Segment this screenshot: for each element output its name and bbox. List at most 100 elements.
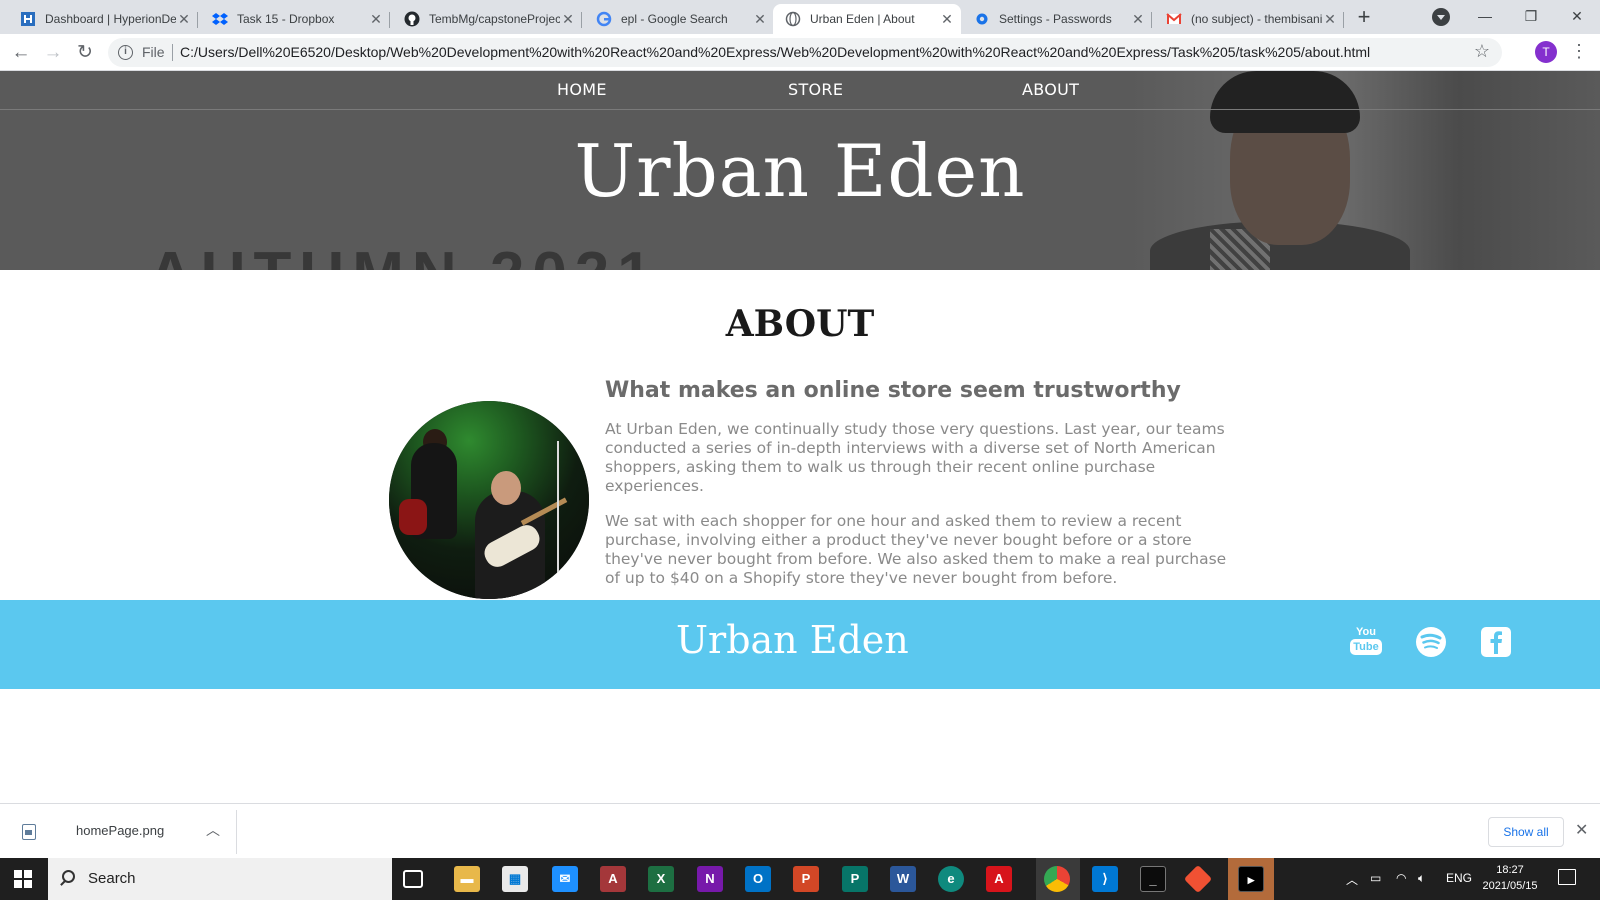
show-all-button[interactable]: Show all xyxy=(1488,817,1564,847)
onenote-icon[interactable]: N xyxy=(697,866,723,892)
gear-icon xyxy=(974,11,990,27)
taskbar-search-box[interactable]: Search xyxy=(48,858,392,900)
clock-date: 2021/05/15 xyxy=(1482,880,1538,892)
browser-menu-icon[interactable]: ⋮ xyxy=(1570,41,1588,62)
tab-title: TembMg/capstoneProject xyxy=(429,12,560,26)
hero-banner: AUTUMN 2021 HOME STORE ABOUT Urban Eden xyxy=(0,71,1600,270)
mail-icon[interactable]: ✉ xyxy=(552,866,578,892)
access-icon[interactable]: A xyxy=(600,866,626,892)
forward-arrow-icon[interactable]: → xyxy=(40,40,66,66)
vscode-icon[interactable]: ⟩ xyxy=(1092,866,1118,892)
youtube-icon[interactable]: You Tube xyxy=(1350,626,1382,658)
close-tab-icon[interactable]: ✕ xyxy=(560,11,576,28)
reload-icon[interactable]: ↻ xyxy=(72,40,98,66)
close-tab-icon[interactable]: ✕ xyxy=(1130,11,1146,28)
nav-home-link[interactable]: HOME xyxy=(557,80,607,99)
back-arrow-icon[interactable]: ← xyxy=(8,40,34,66)
tab-hyperiondev[interactable]: Dashboard | HyperionDev ✕ xyxy=(8,4,198,34)
bookmark-star-icon[interactable]: ☆ xyxy=(1474,41,1490,62)
tab-settings-passwords[interactable]: Settings - Passwords ✕ xyxy=(962,4,1152,34)
close-tab-icon[interactable]: ✕ xyxy=(176,11,192,28)
page-viewport: AUTUMN 2021 HOME STORE ABOUT Urban Eden … xyxy=(0,71,1600,803)
wifi-icon[interactable]: ◠ xyxy=(1396,871,1406,885)
terminal-icon[interactable]: _ xyxy=(1140,866,1166,892)
notifications-icon[interactable] xyxy=(1558,869,1576,885)
git-bash-icon[interactable]: ▸ xyxy=(1238,866,1264,892)
globe-icon xyxy=(785,11,801,27)
store-icon[interactable]: ▦ xyxy=(502,866,528,892)
task-view-icon[interactable] xyxy=(403,870,423,888)
nav-about-link[interactable]: ABOUT xyxy=(1022,80,1079,99)
tab-title: Dashboard | HyperionDev xyxy=(45,12,176,26)
powerpoint-icon[interactable]: P xyxy=(793,866,819,892)
site-brand-title: Urban Eden xyxy=(574,129,1026,213)
windows-start-icon[interactable] xyxy=(14,870,32,888)
hyperiondev-icon xyxy=(20,11,36,27)
tab-google-search[interactable]: epl - Google Search ✕ xyxy=(584,4,774,34)
git-icon[interactable] xyxy=(1183,864,1213,894)
about-content: What makes an online store seem trustwor… xyxy=(605,374,1235,604)
tab-title: Task 15 - Dropbox xyxy=(237,12,335,26)
image-file-icon xyxy=(22,824,36,840)
tab-title: Settings - Passwords xyxy=(999,12,1112,26)
battery-icon[interactable]: ▭ xyxy=(1370,871,1381,885)
excel-icon[interactable]: X xyxy=(648,866,674,892)
download-item[interactable]: homePage.png xyxy=(76,823,164,838)
facebook-icon[interactable] xyxy=(1480,626,1512,658)
tab-github[interactable]: TembMg/capstoneProject ✕ xyxy=(392,4,582,34)
tab-dropbox[interactable]: Task 15 - Dropbox ✕ xyxy=(200,4,390,34)
system-clock[interactable]: 18:27 2021/05/15 xyxy=(1478,862,1542,894)
about-paragraph: At Urban Eden, we continually study thos… xyxy=(605,420,1225,495)
info-icon[interactable]: i xyxy=(118,45,133,60)
file-explorer-icon[interactable]: ▬ xyxy=(454,866,480,892)
spotify-icon[interactable] xyxy=(1415,626,1447,658)
site-footer: Urban Eden You Tube xyxy=(0,600,1600,689)
site-navigation: HOME STORE ABOUT xyxy=(0,71,1600,110)
address-bar[interactable]: i File C:/Users/Dell%20E6520/Desktop/Web… xyxy=(108,38,1502,67)
url-text[interactable]: C:/Users/Dell%20E6520/Desktop/Web%20Deve… xyxy=(180,44,1370,60)
close-tab-icon[interactable]: ✕ xyxy=(752,11,768,28)
chrome-icon[interactable] xyxy=(1044,866,1070,892)
taskbar-search-placeholder: Search xyxy=(88,870,136,887)
restore-button[interactable]: ❐ xyxy=(1508,4,1554,28)
download-divider xyxy=(236,810,237,854)
about-paragraph: We sat with each shopper for one hour an… xyxy=(605,512,1227,587)
new-tab-button[interactable]: + xyxy=(1352,6,1376,30)
footer-brand: Urban Eden xyxy=(676,618,909,662)
publisher-icon[interactable]: P xyxy=(842,866,868,892)
close-icon[interactable]: ✕ xyxy=(1575,820,1588,840)
about-subheading: What makes an online store seem trustwor… xyxy=(605,378,1181,403)
edge-icon[interactable]: e xyxy=(938,866,964,892)
profile-avatar[interactable]: T xyxy=(1535,41,1557,63)
tab-gmail[interactable]: (no subject) - thembisani ✕ xyxy=(1154,4,1344,34)
chevron-up-icon[interactable]: ︿ xyxy=(1346,871,1358,888)
omnibox-divider xyxy=(172,44,173,61)
close-tab-icon[interactable]: ✕ xyxy=(368,11,384,28)
chevron-up-icon[interactable]: ︿ xyxy=(206,820,220,840)
acrobat-icon[interactable]: A xyxy=(986,866,1012,892)
windows-taskbar: Search ▬ ▦ ✉ A X N O P P W e A ⟩ _ ▸ ︿ ▭… xyxy=(0,858,1600,900)
google-icon xyxy=(596,11,612,27)
youtube-icon-text: You xyxy=(1356,626,1376,638)
dropbox-icon xyxy=(212,11,228,27)
close-tab-icon[interactable]: ✕ xyxy=(1322,11,1338,28)
gmail-icon xyxy=(1166,11,1182,27)
tab-urban-eden-about[interactable]: Urban Eden | About ✕ xyxy=(773,4,961,34)
search-icon xyxy=(62,870,75,883)
nav-store-link[interactable]: STORE xyxy=(788,80,843,99)
tab-title: (no subject) - thembisani xyxy=(1191,12,1322,26)
page-title: ABOUT xyxy=(725,303,875,345)
language-indicator[interactable]: ENG xyxy=(1446,871,1472,885)
word-icon[interactable]: W xyxy=(890,866,916,892)
minimize-button[interactable]: — xyxy=(1462,4,1508,28)
tab-search-icon[interactable] xyxy=(1432,8,1450,26)
outlook-icon[interactable]: O xyxy=(745,866,771,892)
close-tab-icon[interactable]: ✕ xyxy=(939,11,955,28)
browser-tab-strip: Dashboard | HyperionDev ✕ Task 15 - Drop… xyxy=(0,0,1600,34)
youtube-icon-text: Tube xyxy=(1350,639,1382,655)
github-icon xyxy=(404,11,420,27)
close-window-button[interactable]: ✕ xyxy=(1554,4,1600,28)
clock-time: 18:27 xyxy=(1496,864,1524,876)
volume-icon[interactable]: 🔈︎ xyxy=(1418,871,1425,886)
tab-title: Urban Eden | About xyxy=(810,12,915,26)
